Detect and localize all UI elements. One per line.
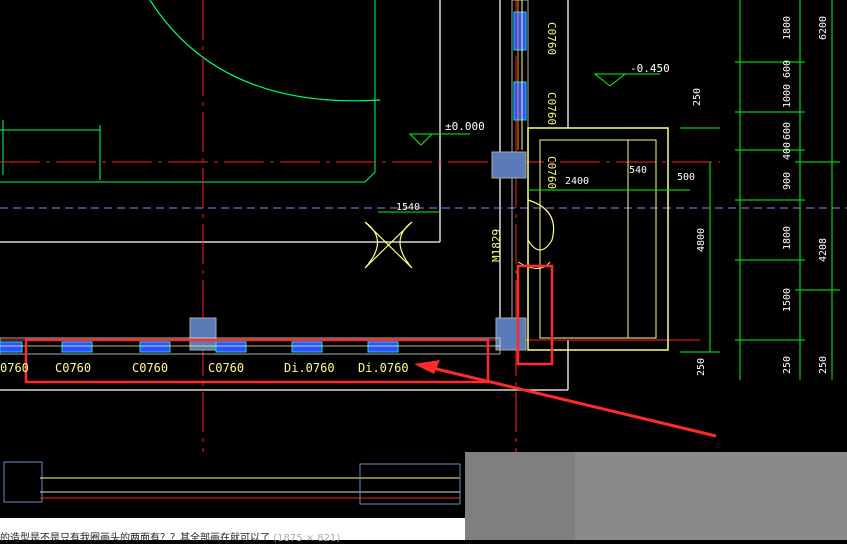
window-v (513, 11, 527, 51)
window-h (291, 341, 323, 353)
grey-panel-mid (465, 452, 575, 540)
dim-label: 1540 (396, 202, 420, 213)
cad-canvas: 0760 C0760 C0760 C0760 Di.0760 Di.0760 C0760 C0… (0, 0, 847, 452)
annotation-arrow (423, 364, 717, 438)
caption-main: 的造型是不是只有我圈画头的两面有？？其全部画在就可以了 (0, 533, 270, 544)
thumbnail-preview[interactable] (0, 452, 465, 518)
horizontal-windows (0, 341, 500, 353)
window-h (61, 341, 93, 353)
door-label: M1829 (490, 229, 503, 262)
dim-lines-right (378, 0, 840, 380)
window-label: Di.0760 (358, 361, 409, 375)
column (495, 317, 527, 351)
dim-label: 600 (782, 122, 793, 140)
window-label-vertical: C0760 (545, 156, 558, 189)
elevation-marker (593, 73, 627, 87)
caption-dimensions: (1875 × 821) (273, 533, 341, 544)
dim-label: 4800 (696, 228, 707, 252)
window-label-vertical: C0760 (545, 22, 558, 55)
dim-label: 1800 (782, 16, 793, 40)
elevation-marker (408, 133, 434, 146)
double-door-swing (364, 221, 413, 269)
dim-label: 600 (782, 60, 793, 78)
window-h (215, 341, 247, 353)
caption-text: 的造型是不是只有我圈画头的两面有？？其全部画在就可以了 (1875 × 821) (0, 529, 340, 544)
window-label: C0760 (208, 361, 244, 375)
window-label: Di.0760 (284, 361, 335, 375)
dim-label: 250 (696, 358, 707, 376)
dim-label: 500 (677, 172, 695, 183)
elevation-label: ±0.000 (445, 120, 485, 133)
dim-label: 540 (629, 165, 647, 176)
dim-label: 250 (782, 356, 793, 374)
window-label: 0760 (0, 361, 29, 375)
dim-label: 1800 (782, 226, 793, 250)
dim-label: 1000 (782, 84, 793, 108)
dim-label: 400 (782, 142, 793, 160)
window-label: C0760 (55, 361, 91, 375)
column (491, 151, 527, 179)
elevation-label: -0.450 (630, 62, 670, 75)
door-swing-arc (149, 0, 381, 102)
dim-label: 2400 (565, 176, 589, 187)
window-h (139, 341, 171, 353)
dim-label: 1500 (782, 288, 793, 312)
column (189, 317, 217, 351)
lower-region: 的造型是不是只有我圈画头的两面有？？其全部画在就可以了 (1875 × 821) (0, 452, 847, 544)
cad-labels: 0760 C0760 C0760 C0760 Di.0760 Di.0760 C0760 C0… (0, 16, 829, 376)
annotation-arrowhead (414, 360, 440, 374)
window-h (367, 341, 399, 353)
window-h (0, 341, 23, 353)
dim-label: 250 (692, 88, 703, 106)
dim-label: 250 (818, 356, 829, 374)
cad-drawing-viewport[interactable]: 0760 C0760 C0760 C0760 Di.0760 Di.0760 C0760 C0… (0, 0, 847, 452)
window-v (513, 81, 527, 121)
thumbnail-svg (0, 460, 465, 512)
window-label: C0760 (132, 361, 168, 375)
room-outline (0, 0, 376, 183)
dim-label: 4208 (818, 238, 829, 262)
window-label-vertical: C0760 (545, 92, 558, 125)
dim-label: 900 (782, 172, 793, 190)
dim-label: 6200 (818, 16, 829, 40)
